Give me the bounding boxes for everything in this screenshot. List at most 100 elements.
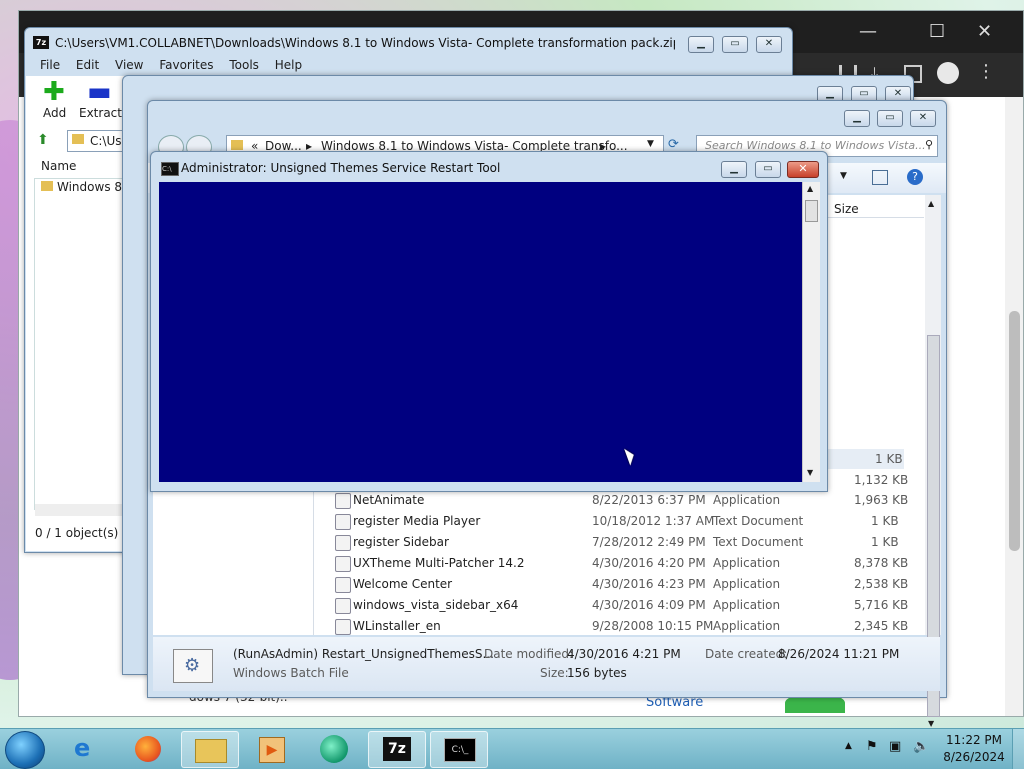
taskbar-console-button[interactable]: C:\_ (430, 731, 488, 768)
details-modified-value: 4/30/2016 4:21 PM (567, 647, 681, 661)
application-icon (335, 577, 351, 593)
row-name: NetAnimate (353, 493, 425, 507)
row-name: register Media Player (353, 514, 481, 528)
console-close-button[interactable]: ✕ (787, 161, 819, 178)
network-icon[interactable]: ▣ (889, 739, 901, 754)
scroll-up-icon[interactable]: ▲ (807, 184, 813, 193)
clock-date[interactable]: 8/26/2024 (942, 750, 1006, 764)
row-size: 2,345 KB (854, 619, 909, 633)
console-window: C:\ Administrator: Unsigned Themes Servi… (150, 151, 828, 492)
menu-view[interactable]: View (115, 58, 143, 72)
show-hidden-icons-button[interactable]: ▲ (845, 741, 852, 751)
row-size: 1,963 KB (854, 493, 909, 507)
taskbar-app-button[interactable] (306, 731, 362, 766)
taskbar-firefox-button[interactable] (120, 731, 176, 766)
scroll-down-icon[interactable]: ▼ (807, 468, 813, 477)
application-icon (335, 493, 351, 509)
file-list-scrollbar[interactable]: ▲ ▼ (925, 195, 941, 728)
address-dropdown-icon[interactable]: ▼ (647, 139, 654, 149)
console-title: Administrator: Unsigned Themes Service R… (181, 161, 501, 175)
sevenzip-hscroll[interactable] (35, 504, 123, 516)
row-date: 8/22/2013 6:37 PM (592, 493, 706, 507)
row-type: Application (713, 577, 781, 591)
sevenzip-icon: 7z (383, 737, 411, 761)
details-modified-label: Date modified: (484, 647, 574, 661)
firefox-icon (135, 736, 161, 762)
scroll-down-icon[interactable]: ▼ (928, 719, 934, 728)
sevenzip-file-list (34, 178, 126, 510)
sevenzip-minimize-button[interactable]: ▁ (688, 36, 714, 53)
console-maximize-button[interactable]: ▭ (755, 161, 781, 178)
more-menu-icon[interactable]: ⋮ (977, 61, 995, 82)
media-player-icon: ▶ (259, 737, 285, 763)
profile-avatar[interactable] (937, 62, 959, 84)
taskbar-explorer-button[interactable] (181, 731, 239, 768)
console-scrollbar[interactable]: ▲ ▼ (802, 182, 820, 482)
menu-tools[interactable]: Tools (229, 58, 259, 72)
batch-file-gear-icon: ⚙ (173, 649, 213, 683)
sevenzip-col-name[interactable]: Name (41, 159, 76, 173)
taskbar: e ▶ 7z C:\_ ▲ ⚑ ▣ 🔈 11:22 PM 8/26/2024 (0, 728, 1024, 769)
row-type: Application (713, 598, 781, 612)
add-button-label[interactable]: Add (43, 106, 66, 120)
browser-maximize-button[interactable]: ☐ (929, 21, 945, 42)
menu-edit[interactable]: Edit (76, 58, 99, 72)
menu-help[interactable]: Help (275, 58, 302, 72)
table-row[interactable]: WLinstaller_en 9/28/2008 10:15 PM Applic… (330, 616, 909, 637)
sevenzip-menubar: File Edit View Favorites Tools Help (40, 58, 314, 72)
taskbar-media-player-button[interactable]: ▶ (243, 731, 299, 766)
row-size: 1 KB (871, 535, 899, 549)
table-row[interactable]: register Sidebar 7/28/2012 2:49 PM Text … (330, 532, 905, 553)
help-icon[interactable]: ? (907, 169, 923, 185)
column-size-label: Size (834, 202, 859, 216)
taskbar-7zip-button[interactable]: 7z (368, 731, 426, 768)
action-center-flag-icon[interactable]: ⚑ (866, 739, 878, 754)
browser-minimize-button[interactable]: — (859, 21, 877, 42)
volume-muted-icon[interactable]: 🔈 (913, 739, 929, 754)
console-minimize-button[interactable]: ▁ (721, 161, 747, 178)
table-row[interactable]: UXTheme Multi-Patcher 14.2 4/30/2016 4:2… (330, 553, 908, 574)
extract-button-label[interactable]: Extract (79, 106, 122, 120)
sevenzip-close-button[interactable]: ✕ (756, 36, 782, 53)
application-icon (335, 598, 351, 614)
table-row[interactable]: windows_vista_sidebar_x64 4/30/2016 4:09… (330, 595, 908, 616)
taskbar-ie-button[interactable]: e (60, 731, 116, 766)
menu-favorites[interactable]: Favorites (159, 58, 213, 72)
table-row[interactable]: register Media Player 10/18/2012 1:37 AM… (330, 511, 905, 532)
browser-close-button[interactable]: ✕ (977, 21, 992, 42)
folder-icon (41, 181, 53, 191)
show-desktop-button[interactable] (1012, 729, 1024, 769)
row-name: UXTheme Multi-Patcher 14.2 (353, 556, 525, 570)
console-scroll-thumb[interactable] (805, 200, 818, 222)
sevenzip-path-field[interactable]: C:\Use (67, 130, 129, 152)
add-icon[interactable]: ✚ (43, 79, 65, 105)
column-header-size[interactable]: Size (828, 197, 924, 218)
clock-time[interactable]: 11:22 PM (942, 733, 1006, 747)
preview-pane-icon[interactable] (872, 170, 888, 185)
sevenzip-maximize-button[interactable]: ▭ (722, 36, 748, 53)
extract-icon[interactable]: ▬ (87, 79, 112, 105)
console-output[interactable] (159, 182, 802, 482)
row-name: Welcome Center (353, 577, 453, 591)
teal-app-icon (320, 735, 348, 763)
details-size-label: Size: (540, 666, 569, 680)
folder-icon (231, 140, 243, 150)
row-type: Text Document (713, 535, 804, 549)
explorer-maximize-button[interactable]: ▭ (877, 110, 903, 127)
table-row[interactable]: NetAnimate 8/22/2013 6:37 PM Application… (330, 490, 909, 511)
scroll-up-icon[interactable]: ▲ (928, 199, 934, 208)
folder-icon (72, 134, 84, 144)
explorer-close-button[interactable]: ✕ (910, 110, 936, 127)
row-date: 7/28/2012 2:49 PM (592, 535, 706, 549)
details-created-value: 8/26/2024 11:21 PM (778, 647, 900, 661)
row-size: 1,132 KB (854, 473, 909, 487)
explorer-minimize-button[interactable]: ▁ (844, 110, 870, 127)
view-dropdown-icon[interactable]: ▼ (840, 171, 847, 181)
start-button[interactable] (5, 731, 45, 769)
menu-file[interactable]: File (40, 58, 60, 72)
table-row[interactable]: Welcome Center 4/30/2016 4:23 PM Applica… (330, 574, 908, 595)
refresh-icon[interactable]: ⟳ (668, 137, 679, 152)
up-folder-icon[interactable]: ⬆ (37, 132, 49, 148)
browser-scroll-thumb[interactable] (1009, 311, 1020, 551)
sevenzip-status: 0 / 1 object(s) se (35, 526, 136, 540)
